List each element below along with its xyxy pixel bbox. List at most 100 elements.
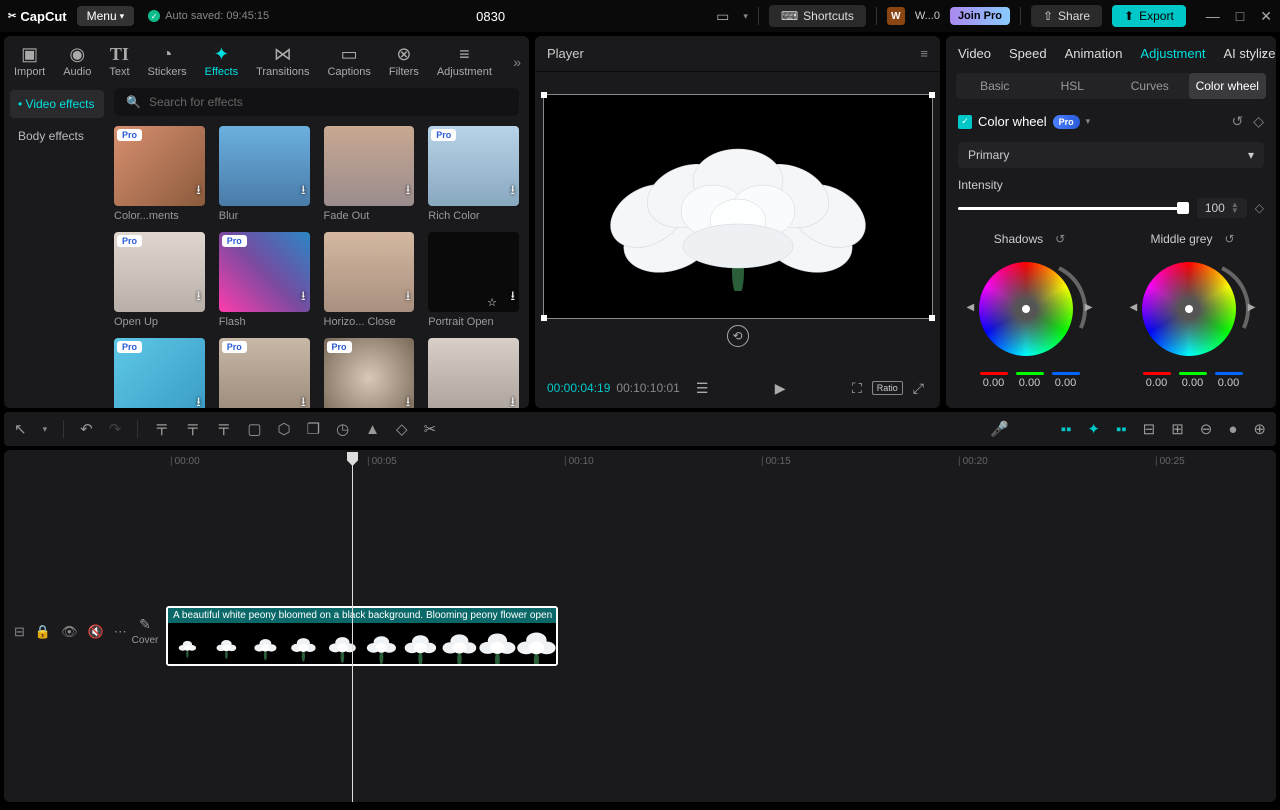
split-icon[interactable]: 〒: [154, 419, 169, 440]
list-icon[interactable]: ☰: [692, 378, 713, 399]
magnet-center-icon[interactable]: ✦: [1087, 420, 1100, 438]
tab-captions[interactable]: ▭Captions: [327, 44, 370, 78]
preview-canvas[interactable]: [543, 94, 933, 319]
effect-card[interactable]: ⭳ Horizo... Close: [324, 232, 415, 328]
primary-dropdown[interactable]: Primary▾: [958, 142, 1264, 168]
focus-icon[interactable]: ⛶: [848, 378, 866, 399]
rtab-adjustment[interactable]: Adjustment: [1140, 46, 1205, 61]
download-icon[interactable]: ⭳: [510, 287, 515, 309]
colorwheel-checkbox[interactable]: ✓: [958, 115, 972, 129]
middlegrey-wheel[interactable]: ◀▶: [1138, 254, 1248, 364]
fullscreen-icon[interactable]: ⤢: [909, 378, 928, 399]
rtab-speed[interactable]: Speed: [1009, 46, 1047, 61]
tab-import[interactable]: ▣Import: [14, 44, 45, 78]
shadows-reset-icon[interactable]: ↺: [1055, 232, 1065, 246]
magnet-right-icon[interactable]: ▪▪: [1116, 421, 1127, 438]
download-icon[interactable]: ⭳: [301, 393, 306, 408]
minimize-icon[interactable]: —: [1206, 8, 1220, 25]
ratio-button[interactable]: Ratio: [872, 381, 903, 395]
track-opts-icon[interactable]: ⊞: [1171, 420, 1184, 438]
workspace-badge[interactable]: W: [887, 7, 905, 25]
tab-filters[interactable]: ⊗Filters: [389, 44, 419, 78]
effect-card[interactable]: Pro ⭳: [219, 338, 310, 408]
crop-icon[interactable]: ▢: [247, 420, 261, 438]
split-right-icon[interactable]: 〒: [216, 419, 231, 440]
lock-icon[interactable]: 🔒: [35, 624, 51, 640]
effect-card[interactable]: Pro ⭳ Open Up: [114, 232, 205, 328]
tabs-more-icon[interactable]: »: [513, 54, 521, 70]
download-icon[interactable]: ⭳: [406, 393, 411, 408]
download-icon[interactable]: ⭳: [196, 181, 201, 203]
more-icon[interactable]: ⋯: [114, 624, 127, 640]
speed-icon[interactable]: ◷: [336, 420, 349, 438]
export-button[interactable]: ⬆ Export: [1112, 5, 1186, 27]
effect-card[interactable]: ☆ ⭳ Portrait Open: [428, 232, 519, 328]
split-left-icon[interactable]: 〒: [185, 419, 200, 440]
subtab-hsl[interactable]: HSL: [1034, 73, 1112, 99]
effect-card[interactable]: Pro ⭳ Flash: [219, 232, 310, 328]
intensity-slider[interactable]: [958, 207, 1189, 210]
cover-button[interactable]: ✎Cover: [128, 616, 162, 646]
tab-effects[interactable]: ✦Effects: [205, 44, 238, 78]
zoom-out-icon[interactable]: ⊖: [1200, 420, 1213, 438]
copies-icon[interactable]: ❐: [307, 420, 320, 438]
subtab-basic[interactable]: Basic: [956, 73, 1034, 99]
align-icon[interactable]: ⊟: [1143, 420, 1156, 438]
magnet-left-icon[interactable]: ▪▪: [1061, 421, 1072, 438]
tab-adjustment[interactable]: ≡Adjustment: [437, 44, 492, 78]
crop2-icon[interactable]: ✂: [424, 420, 437, 438]
select-tool-icon[interactable]: ↖: [14, 420, 27, 438]
effect-card[interactable]: ⭳: [428, 338, 519, 408]
middlegrey-reset-icon[interactable]: ↺: [1224, 232, 1234, 246]
intensity-value[interactable]: 100▲▼: [1197, 198, 1247, 218]
rtab-animation[interactable]: Animation: [1065, 46, 1123, 61]
tab-stickers[interactable]: ◔Stickers: [148, 44, 187, 78]
shield-icon[interactable]: ⬡: [278, 420, 291, 438]
download-icon[interactable]: ⭳: [301, 287, 306, 309]
rotate-handle[interactable]: ⟲: [727, 325, 749, 347]
menu-button[interactable]: Menu▾: [77, 6, 135, 26]
keyframe-icon[interactable]: ◇: [1253, 113, 1264, 130]
tab-audio[interactable]: ◉Audio: [63, 44, 91, 78]
effect-card[interactable]: Pro ⭳ Color...ments: [114, 126, 205, 222]
download-icon[interactable]: ⭳: [510, 393, 515, 408]
intensity-keyframe-icon[interactable]: ◇: [1255, 201, 1264, 215]
time-ruler[interactable]: 00:0000:0500:1000:1500:2000:25: [164, 454, 1276, 474]
sidebar-video-effects[interactable]: Video effects: [10, 90, 104, 118]
video-clip[interactable]: A beautiful white peony bloomed on a bla…: [166, 606, 558, 666]
close-icon[interactable]: ✕: [1260, 8, 1272, 25]
zoom-slider-icon[interactable]: ●: [1228, 421, 1237, 438]
undo-icon[interactable]: ↶: [80, 420, 93, 438]
aspect-icon[interactable]: ▭: [712, 6, 733, 27]
download-icon[interactable]: ⭳: [510, 181, 515, 203]
tab-transitions[interactable]: ⋈Transitions: [256, 44, 309, 78]
effect-card[interactable]: Pro ⭳: [114, 338, 205, 408]
player-menu-icon[interactable]: ≡: [920, 46, 928, 61]
download-icon[interactable]: ⭳: [406, 287, 411, 309]
zoom-in-icon[interactable]: ⊕: [1253, 420, 1266, 438]
shadows-wheel[interactable]: ◀▶: [975, 254, 1085, 364]
subtab-colorwheel[interactable]: Color wheel: [1189, 73, 1267, 99]
search-input[interactable]: 🔍 Search for effects: [114, 88, 519, 116]
mic-icon[interactable]: 🎤: [990, 420, 1009, 438]
tab-text[interactable]: TIText: [109, 44, 129, 78]
rtab-video[interactable]: Video: [958, 46, 991, 61]
play-button[interactable]: ▶: [771, 378, 790, 399]
effect-card[interactable]: Pro ⭳ Rich Color: [428, 126, 519, 222]
download-icon[interactable]: ⭳: [196, 287, 201, 309]
download-icon[interactable]: ⭳: [196, 393, 201, 408]
rtab-more-icon[interactable]: ›: [1262, 46, 1266, 61]
maximize-icon[interactable]: □: [1236, 8, 1244, 25]
track-expand-icon[interactable]: ⊟: [14, 624, 25, 640]
share-button[interactable]: ⇧ Share: [1031, 5, 1102, 27]
download-icon[interactable]: ⭳: [301, 181, 306, 203]
rtab-ai[interactable]: AI stylize: [1223, 46, 1275, 61]
eye-icon[interactable]: 👁: [61, 624, 78, 640]
subtab-curves[interactable]: Curves: [1111, 73, 1189, 99]
effect-card[interactable]: Pro ⭳: [324, 338, 415, 408]
mute-icon[interactable]: 🔇: [88, 624, 104, 640]
redo-icon[interactable]: ↷: [109, 420, 122, 438]
effect-card[interactable]: ⭳ Blur: [219, 126, 310, 222]
download-icon[interactable]: ⭳: [406, 181, 411, 203]
rotate-icon[interactable]: ◇: [396, 420, 408, 438]
